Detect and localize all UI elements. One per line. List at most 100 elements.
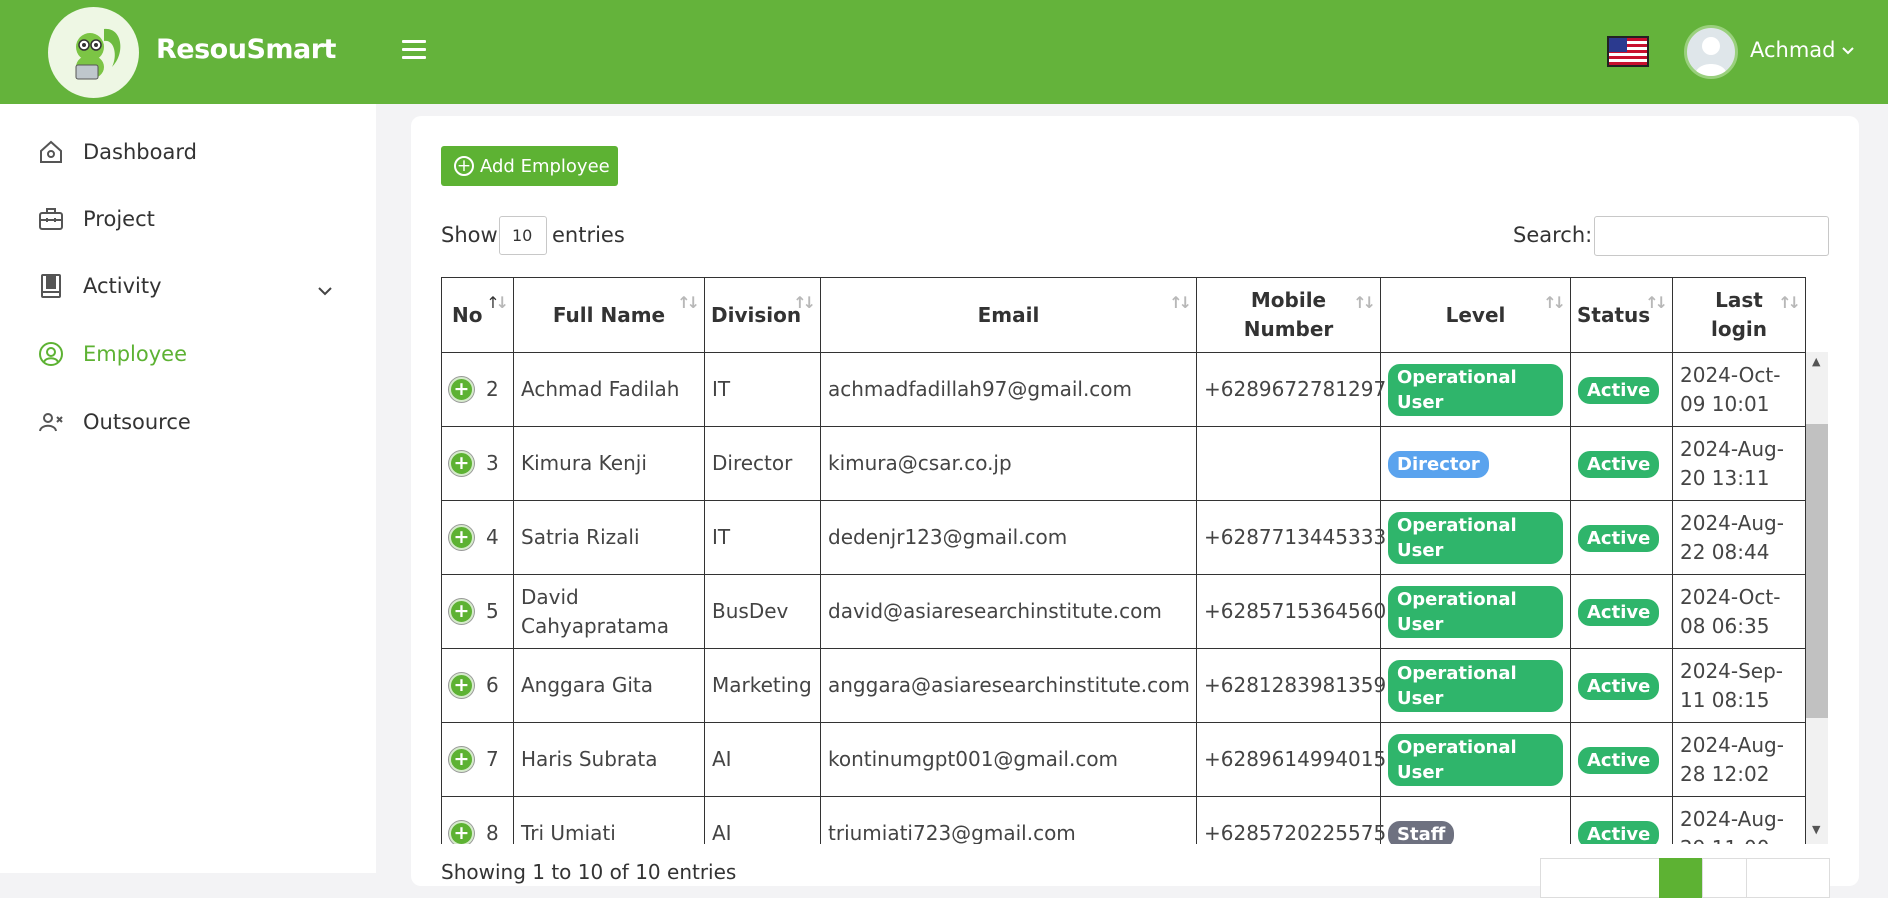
column-header-full-name[interactable]: Full Name ↑↓ bbox=[513, 277, 705, 353]
expand-row-icon[interactable]: + bbox=[449, 525, 474, 550]
logo[interactable] bbox=[48, 7, 139, 98]
brand-name[interactable]: ResouSmart bbox=[156, 34, 336, 65]
book-icon bbox=[36, 271, 66, 301]
sidebar-item-label: Project bbox=[83, 207, 155, 231]
cell-status: Active bbox=[1570, 426, 1673, 501]
cell-mobile: +6281283981359 bbox=[1196, 648, 1386, 723]
add-employee-button[interactable]: + Add Employee bbox=[441, 146, 618, 186]
cell-email: dedenjr123@gmail.com bbox=[820, 500, 1197, 575]
squirrel-logo-icon bbox=[75, 28, 120, 79]
table-info: Showing 1 to 10 of 10 entries bbox=[441, 860, 737, 884]
cell-division: AI bbox=[704, 722, 821, 797]
cell-last-login: 2024-Aug-29 11:00 bbox=[1672, 796, 1806, 844]
briefcase-icon bbox=[36, 204, 66, 234]
cell-level: Operational User bbox=[1380, 500, 1571, 575]
sidebar-item-employee[interactable]: Employee bbox=[36, 334, 187, 374]
plus-circle-icon: + bbox=[454, 156, 474, 176]
row-number: 5 bbox=[486, 599, 499, 623]
header-label: Status bbox=[1577, 302, 1651, 327]
column-header-status[interactable]: Status ↑↓ bbox=[1570, 277, 1673, 353]
column-header-division[interactable]: Division ↑↓ bbox=[704, 277, 821, 353]
column-header-level[interactable]: Level ↑↓ bbox=[1380, 277, 1571, 353]
status-badge: Active bbox=[1578, 599, 1660, 626]
status-badge: Active bbox=[1578, 525, 1660, 552]
cell-level: Operational User bbox=[1380, 352, 1571, 427]
table-row[interactable]: +5 David Cahyapratama BusDev david@asiarese… bbox=[441, 574, 1806, 649]
pagination-page-2[interactable] bbox=[1702, 858, 1747, 898]
expand-row-icon[interactable]: + bbox=[449, 377, 474, 402]
sidebar-item-outsource[interactable]: Outsource bbox=[36, 402, 191, 442]
table-row[interactable]: +6 Anggara Gita Marketing anggara@asiaresea… bbox=[441, 648, 1806, 723]
user-name[interactable]: Achmad bbox=[1750, 38, 1836, 62]
header-label: Level bbox=[1445, 302, 1506, 327]
table-row[interactable]: +3 Kimura Kenji Director kimura@csar.co.jp D… bbox=[441, 426, 1806, 501]
expand-row-icon[interactable]: + bbox=[449, 821, 474, 844]
chevron-down-icon[interactable] bbox=[1842, 44, 1854, 58]
cell-email: triumiati723@gmail.com bbox=[820, 796, 1197, 844]
chevron-down-icon[interactable] bbox=[318, 281, 332, 300]
cell-last-login: 2024-Aug-28 12:02 bbox=[1672, 722, 1806, 797]
scroll-up-arrow-icon[interactable]: ▲ bbox=[1812, 355, 1820, 368]
pagination-previous[interactable] bbox=[1540, 858, 1660, 898]
cell-mobile: +6287713445333 bbox=[1196, 500, 1386, 575]
row-number: 6 bbox=[486, 673, 499, 697]
top-header: ResouSmart Achmad bbox=[0, 0, 1888, 104]
cell-status: Active bbox=[1570, 500, 1673, 575]
expand-row-icon[interactable]: + bbox=[449, 673, 474, 698]
column-header-mobile[interactable]: Mobile Number ↑↓ bbox=[1196, 277, 1381, 353]
cell-level: Staff bbox=[1380, 796, 1571, 844]
level-badge: Operational User bbox=[1388, 363, 1563, 416]
sort-icon: ↑↓ bbox=[1169, 293, 1192, 312]
table-row[interactable]: +7 Haris Subrata AI kontinumgpt001@gmail.co… bbox=[441, 722, 1806, 797]
scrollbar-thumb[interactable] bbox=[1806, 424, 1828, 718]
cell-status: Active bbox=[1570, 648, 1673, 723]
cell-email: anggara@asiaresearchinstitute.com bbox=[820, 648, 1197, 723]
sort-icon: ↑↓ bbox=[1543, 293, 1566, 312]
level-badge: Operational User bbox=[1388, 659, 1563, 712]
employee-table-container[interactable]: No ↑↓ Full Name ↑↓ Division ↑↓ Email ↑↓ Mobi… bbox=[441, 277, 1830, 844]
cell-no: +7 bbox=[441, 722, 514, 797]
header-label: Division bbox=[711, 302, 802, 327]
sort-icon: ↑↓ bbox=[1645, 293, 1668, 312]
sort-icon: ↑↓ bbox=[1353, 293, 1376, 312]
person-silhouette-icon bbox=[1695, 37, 1727, 76]
table-row[interactable]: +2 Achmad Fadilah IT achmadfadillah97@gmail… bbox=[441, 352, 1806, 427]
sidebar-item-activity[interactable]: Activity bbox=[36, 266, 162, 306]
status-badge: Active bbox=[1578, 821, 1660, 844]
us-flag-icon[interactable] bbox=[1607, 36, 1649, 67]
user-circle-icon bbox=[36, 339, 66, 369]
cell-last-login: 2024-Oct-08 06:35 bbox=[1672, 574, 1806, 649]
cell-last-login: 2024-Aug-20 13:11 bbox=[1672, 426, 1806, 501]
cell-full-name: Kimura Kenji bbox=[513, 426, 705, 501]
cell-division: IT bbox=[704, 500, 821, 575]
pagination-page-1[interactable] bbox=[1659, 858, 1703, 898]
cell-mobile: +6289614994015 bbox=[1196, 722, 1386, 797]
entries-label: entries bbox=[552, 223, 625, 247]
cell-mobile: +6289672781297 bbox=[1196, 352, 1386, 427]
expand-row-icon[interactable]: + bbox=[449, 599, 474, 624]
entries-select[interactable]: 10 bbox=[499, 216, 547, 255]
table-row[interactable]: +4 Satria Rizali IT dedenjr123@gmail.com +62… bbox=[441, 500, 1806, 575]
sidebar-item-project[interactable]: Project bbox=[36, 199, 155, 239]
cell-last-login: 2024-Sep-11 08:15 bbox=[1672, 648, 1806, 723]
column-header-email[interactable]: Email ↑↓ bbox=[820, 277, 1197, 353]
cell-email: kimura@csar.co.jp bbox=[820, 426, 1197, 501]
level-badge: Operational User bbox=[1388, 511, 1563, 564]
avatar[interactable] bbox=[1684, 25, 1738, 79]
menu-toggle-icon[interactable] bbox=[402, 40, 426, 62]
column-header-no[interactable]: No ↑↓ bbox=[441, 277, 514, 353]
expand-row-icon[interactable]: + bbox=[449, 451, 474, 476]
row-number: 2 bbox=[486, 377, 499, 401]
sidebar-item-dashboard[interactable]: Dashboard bbox=[36, 132, 197, 172]
expand-row-icon[interactable]: + bbox=[449, 747, 474, 772]
cell-division: Marketing bbox=[704, 648, 821, 723]
scroll-down-arrow-icon[interactable]: ▼ bbox=[1812, 823, 1820, 836]
pagination-next[interactable] bbox=[1746, 858, 1830, 898]
cell-status: Active bbox=[1570, 574, 1673, 649]
table-row[interactable]: +8 Tri Umiati AI triumiati723@gmail.com +628… bbox=[441, 796, 1806, 844]
search-input[interactable] bbox=[1594, 216, 1829, 256]
sort-icon: ↑↓ bbox=[1778, 293, 1801, 312]
employee-table: No ↑↓ Full Name ↑↓ Division ↑↓ Email ↑↓ Mobi… bbox=[441, 277, 1806, 844]
cell-division: IT bbox=[704, 352, 821, 427]
column-header-last-login[interactable]: Last login ↑↓ bbox=[1672, 277, 1806, 353]
